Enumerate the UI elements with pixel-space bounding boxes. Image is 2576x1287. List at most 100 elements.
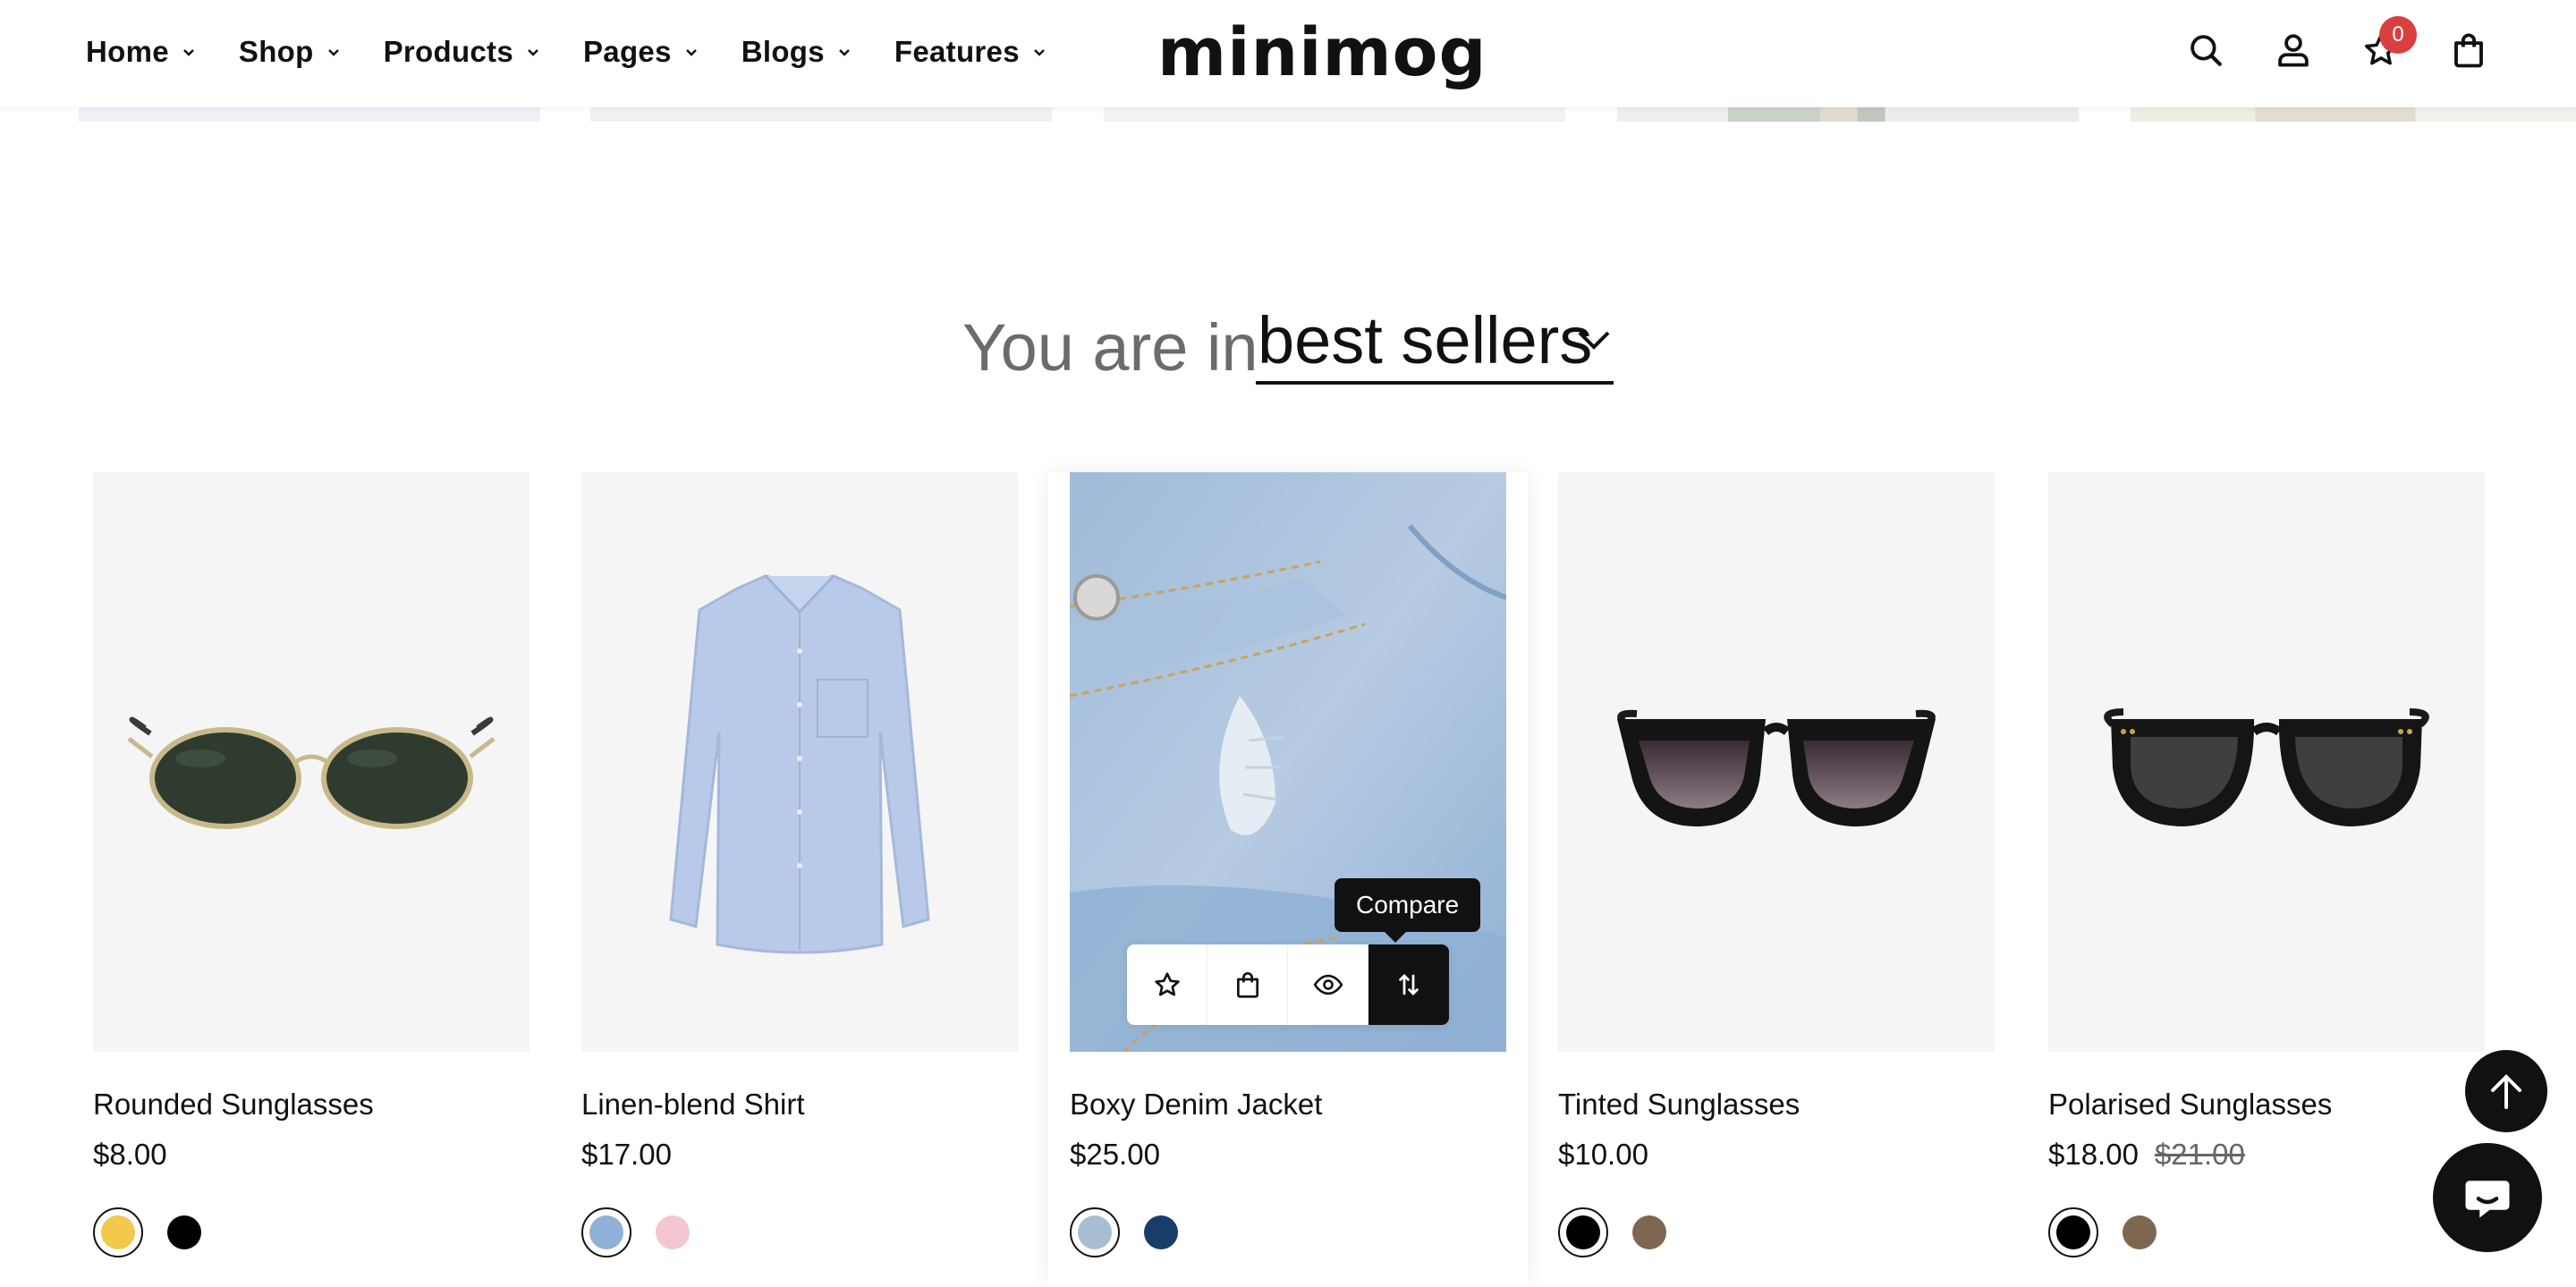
collection-heading: You are in best sellers [0, 295, 2576, 385]
arrow-up-icon [2491, 1074, 2521, 1109]
nav-blogs[interactable]: Blogs [741, 27, 852, 77]
swatch-fill [1566, 1215, 1600, 1249]
search-icon [2190, 35, 2222, 66]
product-title[interactable]: Polarised Sunglasses [2048, 1088, 2332, 1122]
compare-button[interactable] [1368, 944, 1449, 1025]
product-title[interactable]: Tinted Sunglasses [1558, 1088, 1800, 1122]
nav-pages-label: Pages [583, 35, 672, 68]
product-image[interactable] [93, 472, 530, 1052]
previous-section-strip [1617, 107, 2079, 122]
color-swatches [1558, 1207, 1674, 1257]
collection-selector-label: best sellers [1258, 303, 1593, 377]
swatch-black[interactable] [1558, 1207, 1608, 1257]
account-button[interactable] [2270, 27, 2317, 73]
compare-tooltip: Compare [1335, 878, 1481, 943]
cart-button[interactable] [2445, 27, 2492, 73]
swatch-fill [2056, 1215, 2090, 1249]
previous-section-strip [79, 107, 540, 122]
previous-section-strip [1104, 107, 1565, 122]
quick-view-button[interactable] [1288, 944, 1368, 1025]
color-swatches [2048, 1207, 2165, 1257]
linen-shirt-image [581, 472, 1018, 1052]
product-card: Linen-blend Shirt $17.00 [581, 472, 1018, 1287]
rounded-sunglasses-image [93, 472, 530, 1052]
swatch-pink[interactable] [648, 1207, 698, 1257]
heading-prefix: You are in [962, 310, 1258, 385]
product-card: Rounded Sunglasses $8.00 [93, 472, 530, 1287]
header-actions: 0 [2141, 16, 2492, 73]
swatch-fill [167, 1215, 201, 1249]
swatch-yellow[interactable] [93, 1207, 143, 1257]
nav-shop-label: Shop [238, 35, 314, 68]
chevron-down-icon [1578, 331, 1610, 350]
price-compare-at: $21.00 [2154, 1138, 2245, 1171]
product-quick-actions [1127, 944, 1449, 1025]
chat-icon [2465, 1181, 2510, 1218]
product-title[interactable]: Linen-blend Shirt [581, 1088, 805, 1122]
chat-widget-button[interactable] [2433, 1143, 2542, 1252]
bag-icon [1236, 972, 1258, 998]
price-current: $18.00 [2048, 1138, 2139, 1171]
color-swatches [93, 1207, 209, 1257]
previous-section-strip [2131, 107, 2576, 122]
swatch-brown[interactable] [2114, 1207, 2165, 1257]
search-button[interactable] [2182, 27, 2229, 73]
product-image[interactable] [1558, 472, 1995, 1052]
swatch-fill [1632, 1215, 1666, 1249]
nav-blogs-label: Blogs [741, 35, 825, 68]
product-image[interactable] [581, 472, 1018, 1052]
product-card: Compare Boxy Denim Jacket $25.00 [1048, 472, 1528, 1287]
swatch-fill [656, 1215, 690, 1249]
product-title[interactable]: Boxy Denim Jacket [1070, 1088, 1322, 1122]
swatch-black[interactable] [159, 1207, 209, 1257]
tinted-sunglasses-image [1558, 472, 1995, 1052]
nav-products[interactable]: Products [384, 27, 540, 77]
product-price: $25.00 [1070, 1138, 1160, 1172]
chevron-down-icon [685, 49, 697, 56]
product-price: $8.00 [93, 1138, 167, 1172]
chevron-down-icon [1034, 49, 1045, 56]
price-current: $25.00 [1070, 1138, 1160, 1171]
swatch-fill [1078, 1215, 1112, 1249]
price-current: $10.00 [1558, 1138, 1648, 1171]
site-header: Home Shop Products Pages Blogs Features … [0, 0, 2576, 107]
user-icon [2278, 34, 2309, 67]
product-card: Polarised Sunglasses $18.00 $21.00 [2048, 472, 2485, 1287]
previous-section-strip [590, 107, 1052, 122]
compare-icon [1399, 974, 1419, 995]
product-card: Tinted Sunglasses $10.00 [1558, 472, 1995, 1287]
chevron-down-icon [528, 49, 538, 56]
swatch-blue[interactable] [581, 1207, 631, 1257]
product-image[interactable] [2048, 472, 2485, 1052]
site-logo[interactable]: minimog [1157, 13, 1487, 93]
nav-home-label: Home [86, 35, 169, 68]
swatch-fill [589, 1215, 623, 1249]
product-price: $18.00 $21.00 [2048, 1138, 2245, 1172]
swatch-fill [1144, 1215, 1178, 1249]
nav-shop[interactable]: Shop [239, 27, 341, 77]
wishlist-button[interactable]: 0 [2358, 16, 2417, 73]
collection-selector[interactable]: best sellers [1256, 295, 1614, 385]
chevron-down-icon [327, 49, 339, 56]
back-to-top-button[interactable] [2465, 1050, 2547, 1132]
price-current: $17.00 [581, 1138, 672, 1171]
nav-features-label: Features [894, 35, 1020, 68]
swatch-light-blue[interactable] [1070, 1207, 1120, 1257]
product-price: $17.00 [581, 1138, 672, 1172]
add-to-cart-button[interactable] [1208, 944, 1288, 1025]
nav-pages[interactable]: Pages [583, 27, 699, 77]
add-to-wishlist-button[interactable] [1127, 944, 1208, 1025]
product-price: $10.00 [1558, 1138, 1648, 1172]
color-swatches [1070, 1207, 1186, 1257]
nav-features[interactable]: Features [894, 27, 1046, 77]
polarised-sunglasses-image [2048, 472, 2485, 1052]
eye-icon [1313, 974, 1343, 995]
wishlist-count-badge: 0 [2379, 16, 2417, 54]
swatch-brown[interactable] [1624, 1207, 1674, 1257]
product-title[interactable]: Rounded Sunglasses [93, 1088, 374, 1122]
star-icon [1154, 972, 1180, 996]
swatch-black[interactable] [2048, 1207, 2098, 1257]
swatch-fill [2123, 1215, 2157, 1249]
nav-home[interactable]: Home [86, 27, 196, 77]
swatch-navy[interactable] [1136, 1207, 1186, 1257]
